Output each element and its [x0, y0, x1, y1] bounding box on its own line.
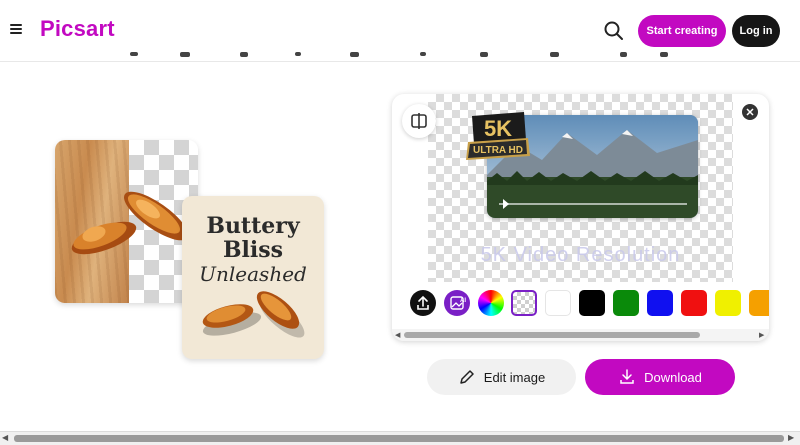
ai-label: AI — [460, 298, 466, 304]
start-creating-button[interactable]: Start creating — [638, 15, 726, 47]
watermark-text: 5K Video Resolution — [480, 244, 681, 266]
picsart-logo[interactable]: Picsart — [40, 16, 115, 42]
log-in-button[interactable]: Log in — [732, 15, 780, 47]
poster-title-line1: Buttery — [206, 213, 300, 239]
page-scroll-left-arrow[interactable]: ◀ — [2, 433, 8, 442]
page-horizontal-scrollbar[interactable]: ◀ ▶ — [0, 431, 800, 445]
pencil-icon — [460, 370, 474, 384]
ai-image-icon: AI — [450, 296, 466, 310]
download-label: Download — [644, 369, 702, 385]
badge-ultra-hd-text: ULTRA HD — [473, 145, 523, 156]
swatch-scrollbar-thumb[interactable] — [404, 332, 700, 338]
poster-croissant-image — [202, 291, 305, 338]
swatch-transparent[interactable] — [511, 290, 537, 316]
compare-icon — [411, 113, 427, 129]
5k-ultra-hd-badge: 5K ULTRA HD — [466, 112, 530, 160]
ai-image-button[interactable]: AI — [444, 290, 470, 316]
upload-button[interactable] — [410, 290, 436, 316]
swatch-orange[interactable] — [749, 290, 769, 316]
swatch-red[interactable] — [681, 290, 707, 316]
upload-icon — [417, 295, 429, 310]
close-icon — [746, 108, 754, 116]
background-swatch-row: AI — [392, 290, 769, 318]
cropped-text-line — [130, 52, 668, 57]
edit-image-button[interactable]: Edit image — [427, 359, 576, 395]
compare-button[interactable] — [402, 104, 436, 138]
swatch-black[interactable] — [579, 290, 605, 316]
poster-card: Buttery Bliss Unleashed — [182, 196, 324, 359]
swatch-yellow[interactable] — [715, 290, 741, 316]
swatch-white[interactable] — [545, 290, 571, 316]
color-wheel-icon[interactable] — [478, 290, 504, 316]
poster-title-line2: Bliss — [222, 237, 284, 263]
swatch-scrollbar[interactable]: ◀ ▶ — [392, 329, 769, 341]
page-scrollbar-thumb[interactable] — [14, 435, 784, 442]
download-button[interactable]: Download — [585, 359, 735, 395]
swatch-green[interactable] — [613, 290, 639, 316]
scroll-right-arrow[interactable]: ▶ — [759, 331, 764, 339]
page-scroll-right-arrow[interactable]: ▶ — [788, 433, 794, 442]
hamburger-icon[interactable] — [10, 24, 22, 36]
scroll-left-arrow[interactable]: ◀ — [395, 331, 400, 339]
close-button[interactable] — [742, 104, 758, 120]
editor-panel: 5K ULTRA HD 5K Video Resolution AI ◀ ▶ — [392, 94, 769, 341]
swatch-blue[interactable] — [647, 290, 673, 316]
edit-image-label: Edit image — [483, 369, 546, 385]
badge-5k-text: 5K — [484, 116, 512, 141]
search-icon[interactable] — [602, 19, 626, 43]
download-icon — [620, 369, 634, 384]
